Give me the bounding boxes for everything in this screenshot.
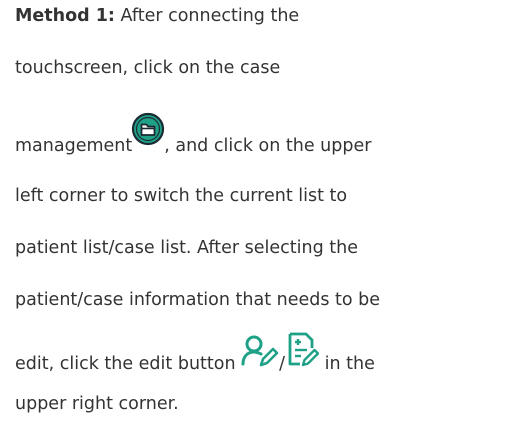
line-4-text: left corner to switch the current list t… <box>15 186 348 206</box>
line-7-text-before: edit, click the edit button <box>15 354 242 374</box>
line-3: management , and click on the upper <box>15 112 371 156</box>
line-7-text-after: in the <box>319 354 375 374</box>
line-5-text: patient list/case list. After selecting … <box>15 238 358 258</box>
line-1-text: After connecting the <box>114 6 300 26</box>
line-2-text: touchscreen, click on the case <box>15 58 281 78</box>
line-3-text-after: , and click on the upper <box>164 136 372 156</box>
line-6-text: patient/case information that needs to b… <box>15 290 381 310</box>
folder-circle-icon <box>132 112 165 156</box>
line-6: patient/case information that needs to b… <box>15 290 380 310</box>
method-label: Method 1: <box>15 6 115 26</box>
line-7: edit, click the edit button / in the <box>15 332 375 374</box>
line-5: patient list/case list. After selecting … <box>15 238 358 258</box>
line-3-text-before: management <box>15 136 133 156</box>
edit-user-icon <box>241 335 279 374</box>
line-1: Method 1: After connecting the <box>15 6 299 26</box>
line-4: left corner to switch the current list t… <box>15 186 347 206</box>
line-2: touchscreen, click on the case <box>15 58 280 78</box>
line-8-text: upper right corner. <box>15 394 179 414</box>
edit-document-icon <box>285 332 320 374</box>
line-8: upper right corner. <box>15 394 179 414</box>
